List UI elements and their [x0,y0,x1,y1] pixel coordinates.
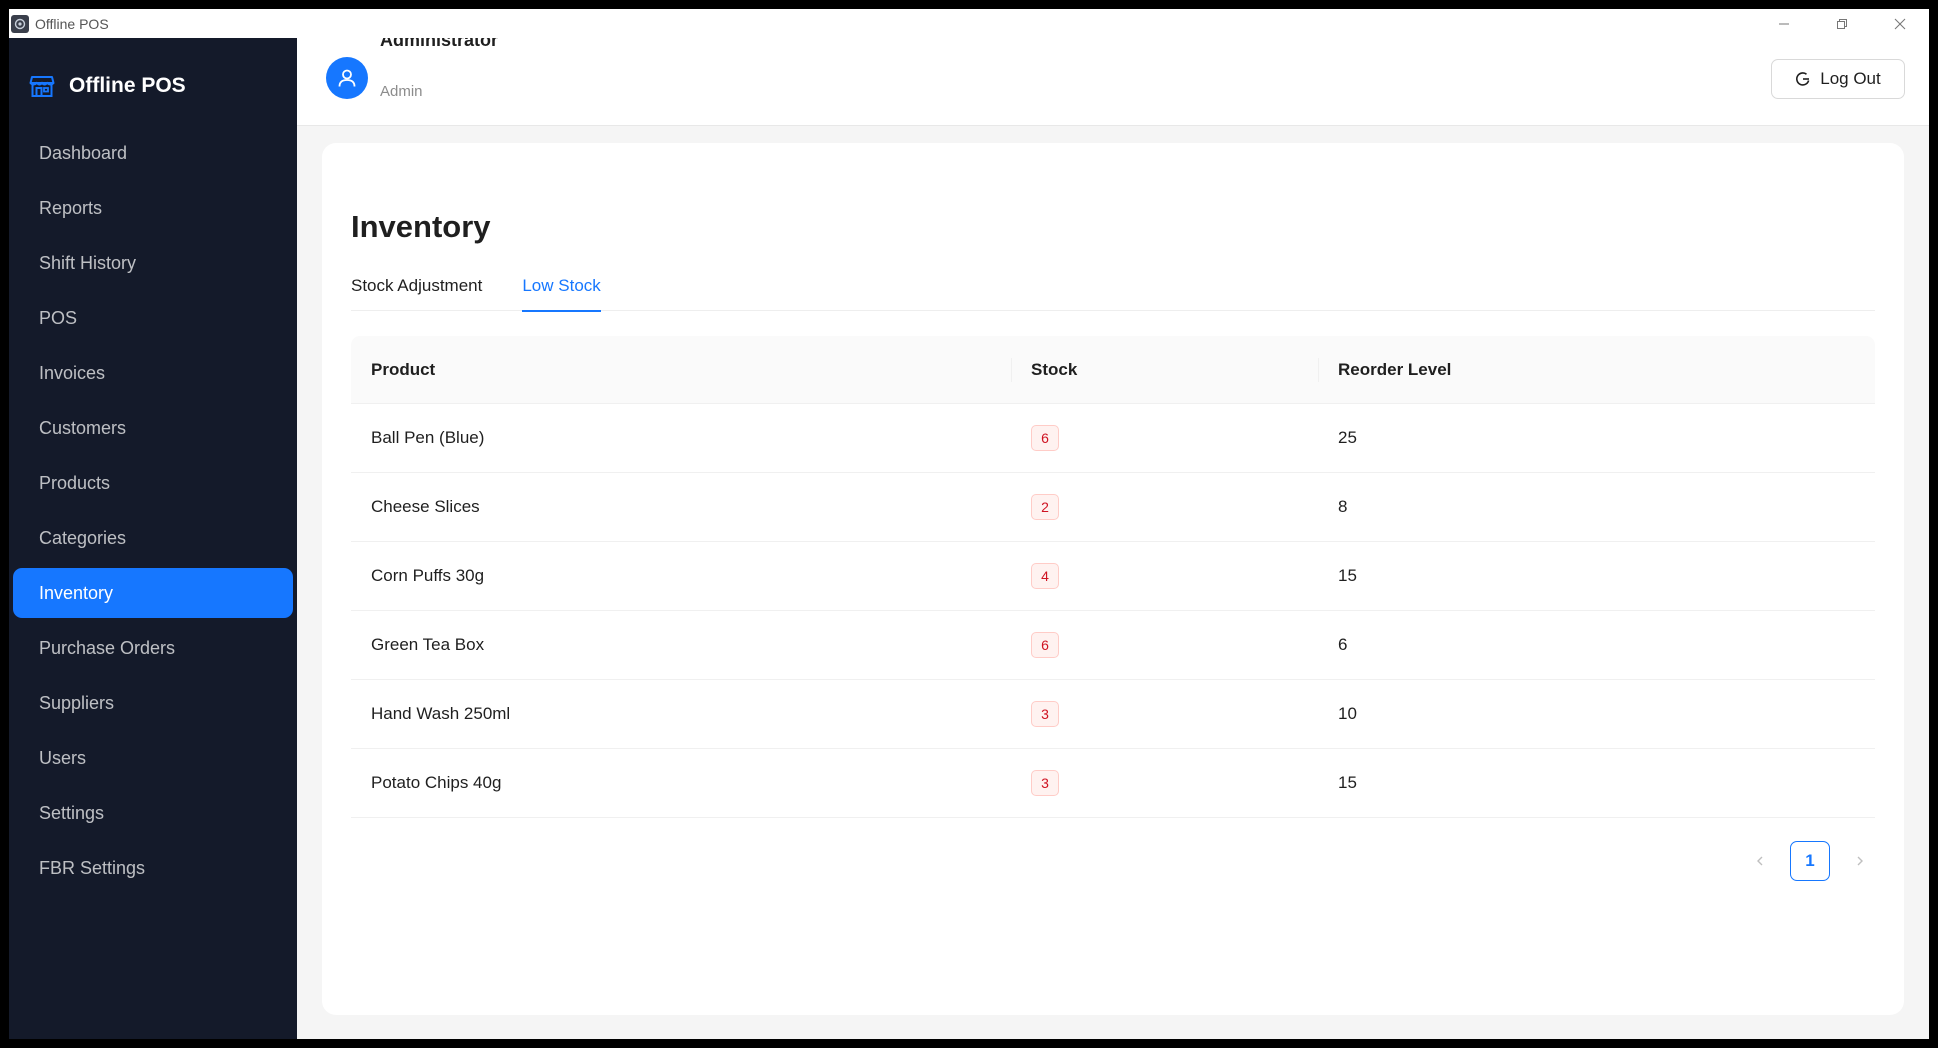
minimize-button[interactable] [1755,9,1813,38]
table-header: Product Stock Reorder Level [351,336,1875,404]
column-separator [1011,358,1012,382]
brand: Offline POS [29,73,186,99]
reorder-level-cell: 15 [1338,773,1357,792]
app-window: Offline POS Offline POS Dashboard Report… [9,9,1929,1039]
sidebar-item-fbr-settings[interactable]: FBR Settings [13,843,293,893]
pagination: 1 [1740,841,1880,881]
stock-badge: 6 [1031,425,1059,451]
sidebar-item-purchase-orders[interactable]: Purchase Orders [13,623,293,673]
brand-title: Offline POS [69,74,186,97]
avatar[interactable] [326,57,368,99]
column-header-reorder-level: Reorder Level [1338,359,1452,379]
column-header-stock: Stock [1031,359,1078,379]
table-row: Ball Pen (Blue) 6 25 [351,404,1875,473]
logout-label: Log Out [1820,69,1881,88]
sidebar-item-dashboard[interactable]: Dashboard [13,128,293,178]
user-icon [338,69,356,87]
top-header: Administrator Admin Log Out [297,38,1929,126]
product-cell: Hand Wash 250ml [371,704,511,723]
table-row: Green Tea Box 6 6 [351,611,1875,680]
sidebar-item-pos[interactable]: POS [13,293,293,343]
user-role: Admin [380,83,423,100]
close-icon [1894,18,1906,29]
column-header-product: Product [371,359,436,379]
table-row: Corn Puffs 30g 4 15 [351,542,1875,611]
reorder-level-cell: 6 [1338,635,1348,654]
sidebar-nav: Dashboard Reports Shift History POS Invo… [13,128,293,898]
chevron-left-icon [1757,856,1763,866]
sidebar: Offline POS Dashboard Reports Shift Hist… [9,38,297,1039]
page-title: Inventory [351,209,491,244]
sidebar-item-invoices[interactable]: Invoices [13,348,293,398]
next-page-button[interactable] [1840,841,1880,881]
reorder-level-cell: 8 [1338,497,1348,516]
product-cell: Ball Pen (Blue) [371,428,485,447]
sidebar-item-shift-history[interactable]: Shift History [13,238,293,288]
stock-badge: 3 [1031,770,1059,796]
table-row: Cheese Slices 2 8 [351,473,1875,542]
window-controls [1755,9,1929,38]
tab-low-stock[interactable]: Low Stock [522,269,602,312]
sidebar-item-products[interactable]: Products [13,458,293,508]
stock-badge: 6 [1031,632,1059,658]
table-row: Hand Wash 250ml 3 10 [351,680,1875,749]
product-cell: Corn Puffs 30g [371,566,485,585]
chevron-right-icon [1857,856,1863,866]
user-name: Administrator [380,38,499,50]
product-cell: Green Tea Box [371,635,485,654]
store-icon [29,76,55,97]
product-cell: Potato Chips 40g [371,773,502,792]
prev-page-button[interactable] [1740,841,1780,881]
restore-icon [1837,18,1847,29]
close-button[interactable] [1871,9,1929,38]
low-stock-table: Product Stock Reorder Level Ball Pen (Bl… [351,336,1875,818]
app-logo-icon [11,14,29,33]
reorder-level-cell: 15 [1338,566,1357,585]
sidebar-item-settings[interactable]: Settings [13,788,293,838]
logout-icon [1796,72,1810,86]
page-number-button[interactable]: 1 [1790,841,1830,881]
logout-button[interactable]: Log Out [1771,59,1905,99]
reorder-level-cell: 10 [1338,704,1357,723]
minimize-icon [1779,23,1789,24]
restore-button[interactable] [1813,9,1871,38]
content-card: Inventory Stock Adjustment Low Stock Pro… [322,143,1904,1015]
reorder-level-cell: 25 [1338,428,1357,447]
product-cell: Cheese Slices [371,497,480,516]
column-separator [1318,358,1319,382]
stock-badge: 4 [1031,563,1059,589]
title-bar: Offline POS [9,9,1929,38]
window-title: Offline POS [35,15,109,32]
sidebar-item-users[interactable]: Users [13,733,293,783]
table-row: Potato Chips 40g 3 15 [351,749,1875,818]
sidebar-item-customers[interactable]: Customers [13,403,293,453]
stock-badge: 2 [1031,494,1059,520]
sidebar-item-reports[interactable]: Reports [13,183,293,233]
tabs: Stock Adjustment Low Stock [351,269,1875,312]
stock-badge: 3 [1031,701,1059,727]
sidebar-item-suppliers[interactable]: Suppliers [13,678,293,728]
sidebar-item-categories[interactable]: Categories [13,513,293,563]
tab-stock-adjustment[interactable]: Stock Adjustment [351,269,482,311]
sidebar-item-inventory[interactable]: Inventory [13,568,293,618]
